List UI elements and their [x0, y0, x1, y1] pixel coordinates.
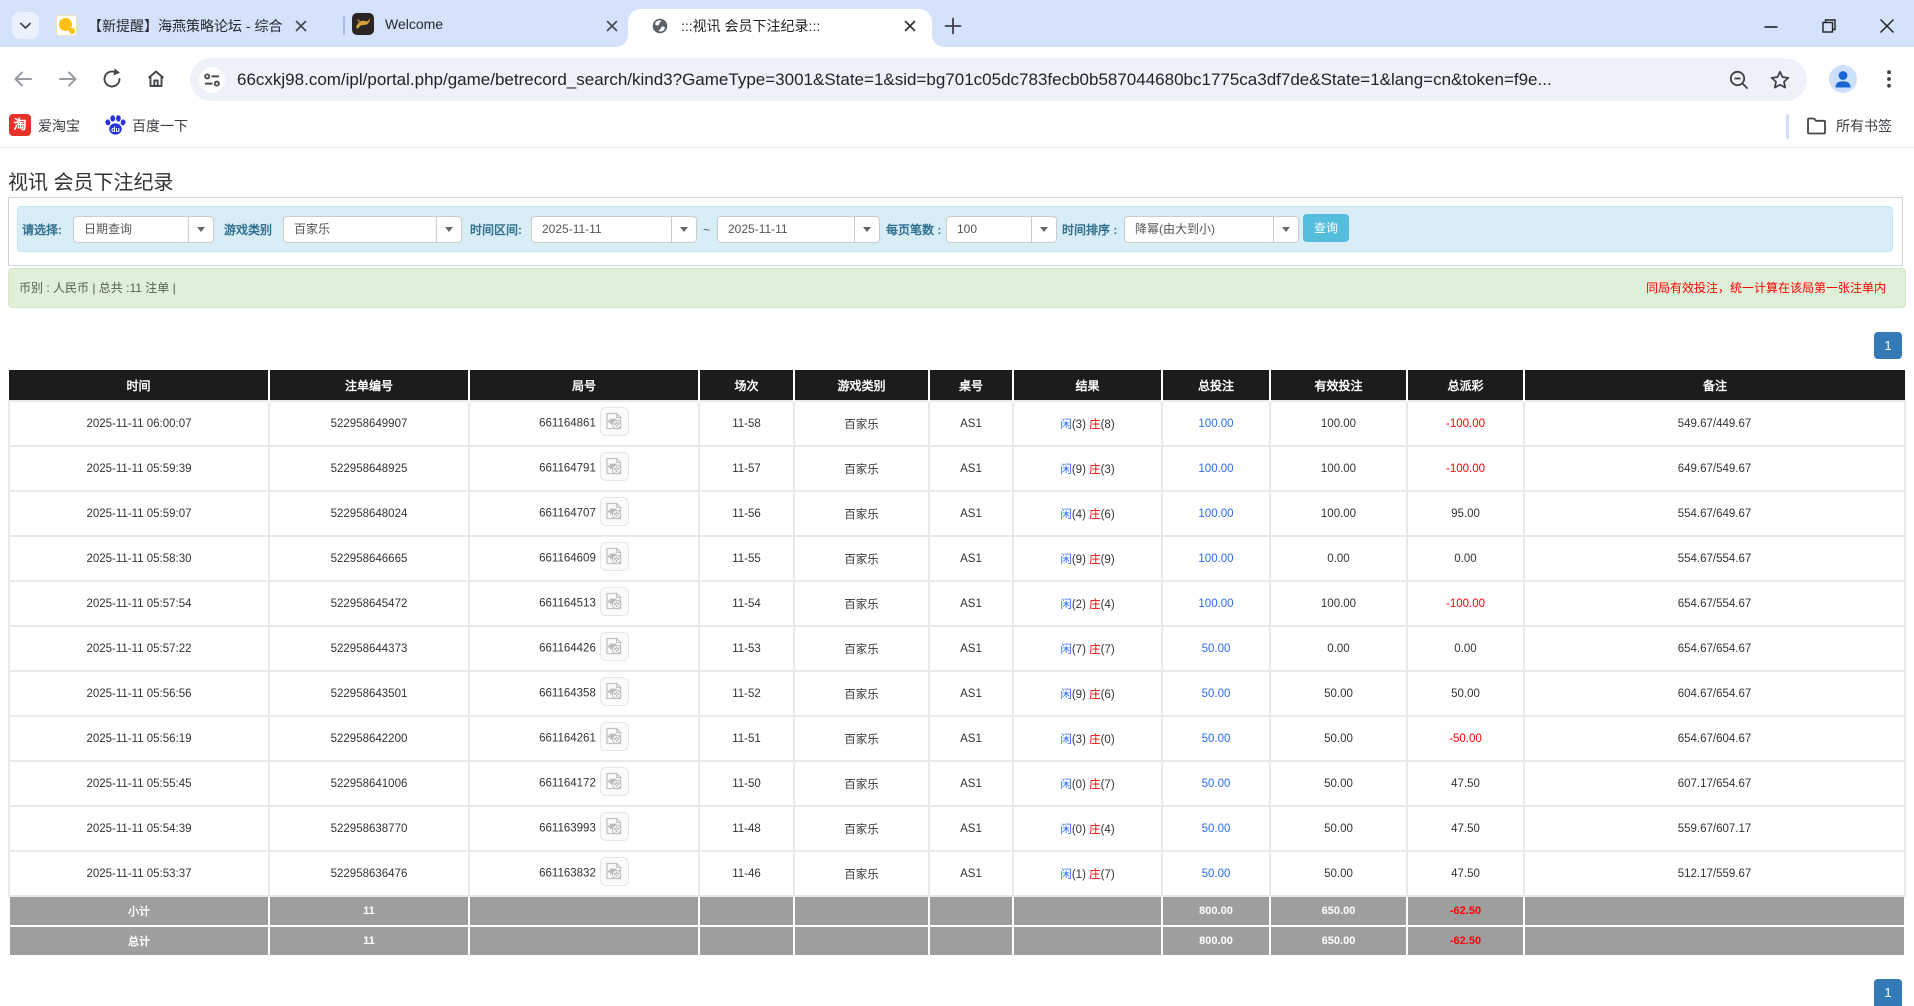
svg-text:du: du	[111, 127, 120, 134]
